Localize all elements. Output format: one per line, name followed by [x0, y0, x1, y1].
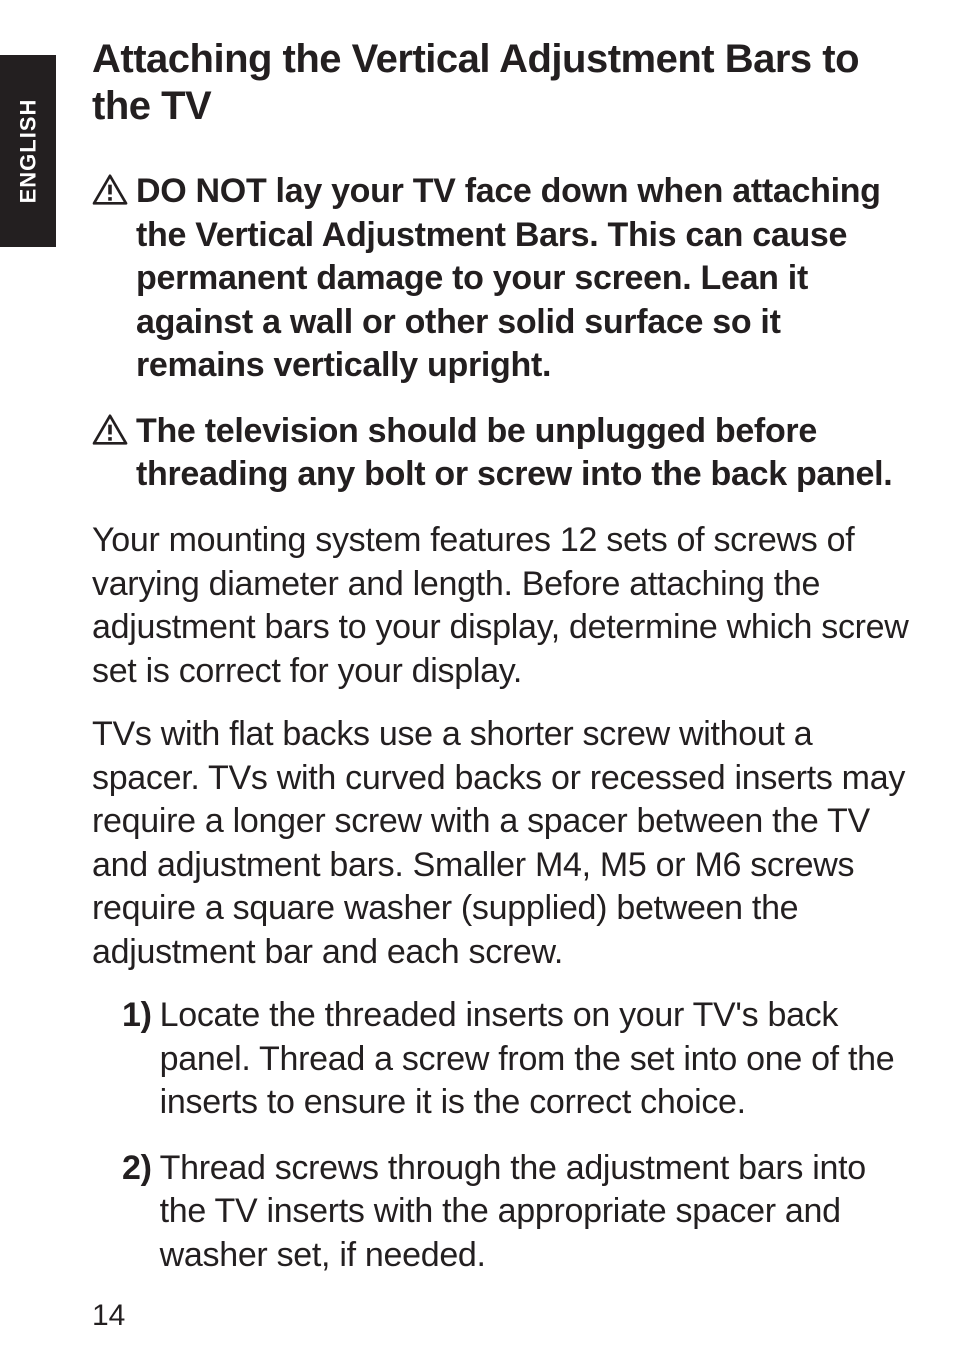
warning-block: The television should be unplugged befor…: [92, 410, 914, 497]
page-number: 14: [92, 1299, 125, 1333]
warning-text: The television should be unplugged befor…: [136, 410, 914, 497]
warning-icon: [92, 174, 128, 206]
list-text: Locate the threaded inserts on your TV's…: [160, 994, 914, 1125]
list-text: Thread screws through the adjustment bar…: [160, 1147, 914, 1278]
list-number: 2): [122, 1147, 152, 1278]
warning-text: DO NOT lay your TV face down when attach…: [136, 170, 914, 388]
page-content: Attaching the Vertical Adjustment Bars t…: [0, 0, 954, 1277]
page-heading: Attaching the Vertical Adjustment Bars t…: [92, 36, 914, 130]
list-item: 2) Thread screws through the adjustment …: [122, 1147, 914, 1278]
warning-block: DO NOT lay your TV face down when attach…: [92, 170, 914, 388]
numbered-list: 1) Locate the threaded inserts on your T…: [92, 994, 914, 1277]
body-paragraph: Your mounting system features 12 sets of…: [92, 519, 914, 693]
list-item: 1) Locate the threaded inserts on your T…: [122, 994, 914, 1125]
body-paragraph: TVs with flat backs use a shorter screw …: [92, 713, 914, 974]
warning-icon: [92, 414, 128, 446]
list-number: 1): [122, 994, 152, 1125]
language-tab: ENGLISH: [0, 55, 56, 247]
language-tab-label: ENGLISH: [15, 99, 41, 204]
